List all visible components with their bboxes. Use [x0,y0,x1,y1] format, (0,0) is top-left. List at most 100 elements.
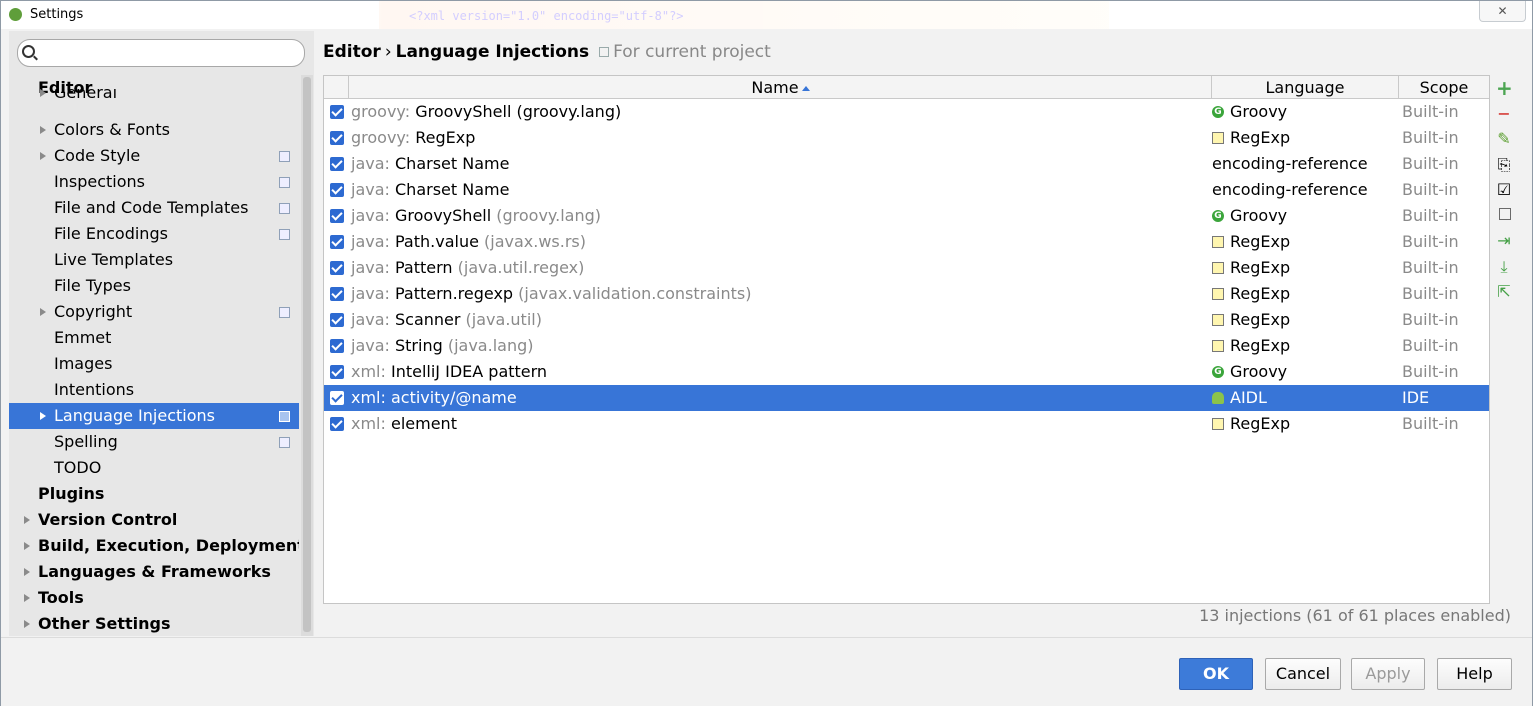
sidebar-item[interactable]: Intentions [9,377,299,403]
enabled-checkbox[interactable] [330,157,344,171]
injection-scope: Built-in [1402,284,1459,303]
sidebar-item[interactable]: Other Settings [9,611,299,636]
edit-icon[interactable]: ✎ [1496,131,1512,147]
apply-button[interactable]: Apply [1351,658,1425,690]
injection-prefix: java: [351,258,395,277]
expand-arrow-icon[interactable] [24,620,30,628]
sidebar-item[interactable]: Emmet [9,325,299,351]
column-header-language[interactable]: Language [1211,76,1398,98]
sidebar-item[interactable]: Images [9,351,299,377]
sidebar-item[interactable]: Copyright [9,299,299,325]
sidebar-item[interactable]: Inspections [9,169,299,195]
table-row[interactable]: java: Charset Name encoding-reference Buil… [324,177,1489,203]
enabled-checkbox[interactable] [330,131,344,145]
expand-arrow-icon[interactable] [40,412,46,420]
title-bar: Settings <?xml version="1.0" encoding="u… [1,1,1532,29]
sidebar-item[interactable]: File Encodings [9,221,299,247]
injection-language: RegExp [1212,333,1290,359]
enabled-checkbox[interactable] [330,417,344,431]
search-box[interactable] [17,39,305,67]
background-editor-text: <?xml version="1.0" encoding="utf-8"?> [379,1,1109,29]
injection-prefix: java: [351,206,395,225]
expand-arrow-icon[interactable] [24,594,30,602]
sidebar-scrollbar[interactable] [301,75,313,636]
enabled-checkbox[interactable] [330,183,344,197]
injection-language: encoding-reference [1212,177,1368,203]
sidebar-item[interactable]: Tools [9,585,299,611]
table-row[interactable]: java: Pattern.regexp (javax.validation.c… [324,281,1489,307]
sidebar-scroll-thumb[interactable] [303,77,311,632]
injection-language: RegExp [1212,307,1290,333]
main-panel: Editor › Language Injections For current pr… [314,31,1532,636]
sidebar-item[interactable]: Plugins [9,481,299,507]
close-button[interactable]: ✕ [1479,1,1526,22]
search-input[interactable] [42,42,301,64]
sidebar-item[interactable]: Languages & Frameworks [9,559,299,585]
enabled-checkbox[interactable] [330,287,344,301]
expand-arrow-icon[interactable] [40,126,46,134]
enabled-checkbox[interactable] [330,261,344,275]
enabled-checkbox[interactable] [330,105,344,119]
help-button[interactable]: Help [1437,658,1512,690]
table-row[interactable]: xml: IntelliJ IDEA pattern G Groovy Built-i… [324,359,1489,385]
table-row[interactable]: java: Path.value (javax.ws.rs) RegExp Buil… [324,229,1489,255]
breadcrumb-parent[interactable]: Editor [323,42,381,62]
remove-icon[interactable]: − [1496,105,1512,122]
table-row[interactable]: groovy: GroovyShell (groovy.lang) G Groovy… [324,99,1489,125]
table-row[interactable]: xml: activity/@name AIDL IDE [324,385,1489,411]
sidebar-item[interactable]: File Types [9,273,299,299]
expand-arrow-icon[interactable] [24,568,30,576]
duplicate-icon[interactable] [1499,207,1511,220]
import-icon[interactable]: ⇥ [1496,233,1512,249]
injection-scope: Built-in [1402,180,1459,199]
expand-arrow-icon[interactable] [24,542,30,550]
enabled-checkbox[interactable] [330,235,344,249]
column-header-scope[interactable]: Scope [1398,76,1489,98]
export-icon[interactable]: ⇱ [1496,284,1512,300]
enabled-checkbox[interactable] [330,365,344,379]
injection-target: GroovyShell (groovy.lang) [415,102,622,121]
add-icon[interactable]: + [1496,78,1513,98]
table-row[interactable]: xml: element RegExp Built-in [324,411,1489,437]
enabled-checkbox[interactable] [330,209,344,223]
regexp-language-icon [1212,287,1224,300]
enabled-checkbox[interactable] [330,391,344,405]
sidebar-item[interactable]: General [9,89,299,105]
expand-arrow-icon[interactable] [40,152,46,160]
ok-button[interactable]: OK [1179,658,1253,690]
sidebar-item[interactable]: TODO [9,455,299,481]
table-row[interactable]: java: String (java.lang) RegExp Built-in [324,333,1489,359]
sidebar-item[interactable]: Spelling [9,429,299,455]
table-row[interactable]: java: Scanner (java.util) RegExp Built-in [324,307,1489,333]
cancel-button[interactable]: Cancel [1265,658,1341,690]
injection-target: IntelliJ IDEA pattern [390,362,548,381]
download-icon[interactable]: ⤓ [1496,258,1512,275]
injection-target: Path.value [395,232,479,251]
table-row[interactable]: java: GroovyShell (groovy.lang) G Groovy Bu… [324,203,1489,229]
table-row[interactable]: java: Charset Name encoding-reference Buil… [324,151,1489,177]
enable-all-icon[interactable]: ☑ [1496,182,1512,198]
language-label: RegExp [1230,232,1291,251]
expand-arrow-icon[interactable] [40,308,46,316]
enabled-checkbox[interactable] [330,313,344,327]
table-row[interactable]: java: Pattern (java.util.regex) RegExp Bui… [324,255,1489,281]
sidebar-item[interactable]: Language Injections [9,403,299,429]
sidebar-item[interactable]: File and Code Templates [9,195,299,221]
sidebar-item[interactable]: Build, Execution, Deployment [9,533,299,559]
copy-icon[interactable]: ⎘ [1496,156,1512,173]
groovy-language-icon: G [1212,105,1224,118]
table-row[interactable]: groovy: RegExp RegExp Built-in [324,125,1489,151]
column-header-name[interactable]: Name [348,76,1212,98]
sidebar-item[interactable]: Code Style [9,143,299,169]
sidebar-item-label: Build, Execution, Deployment [38,536,299,555]
expand-arrow-icon[interactable] [40,89,46,97]
expand-arrow-icon[interactable] [24,516,30,524]
injection-prefix: java: [351,284,395,303]
sidebar-item-label: Emmet [54,328,112,347]
injection-name: xml: element [351,411,457,437]
enabled-checkbox[interactable] [330,339,344,353]
sidebar-item[interactable]: Version Control [9,507,299,533]
sidebar-item[interactable]: Colors & Fonts [9,117,299,143]
sidebar-item[interactable]: Live Templates [9,247,299,273]
injection-name: java: Scanner (java.util) [351,307,542,333]
